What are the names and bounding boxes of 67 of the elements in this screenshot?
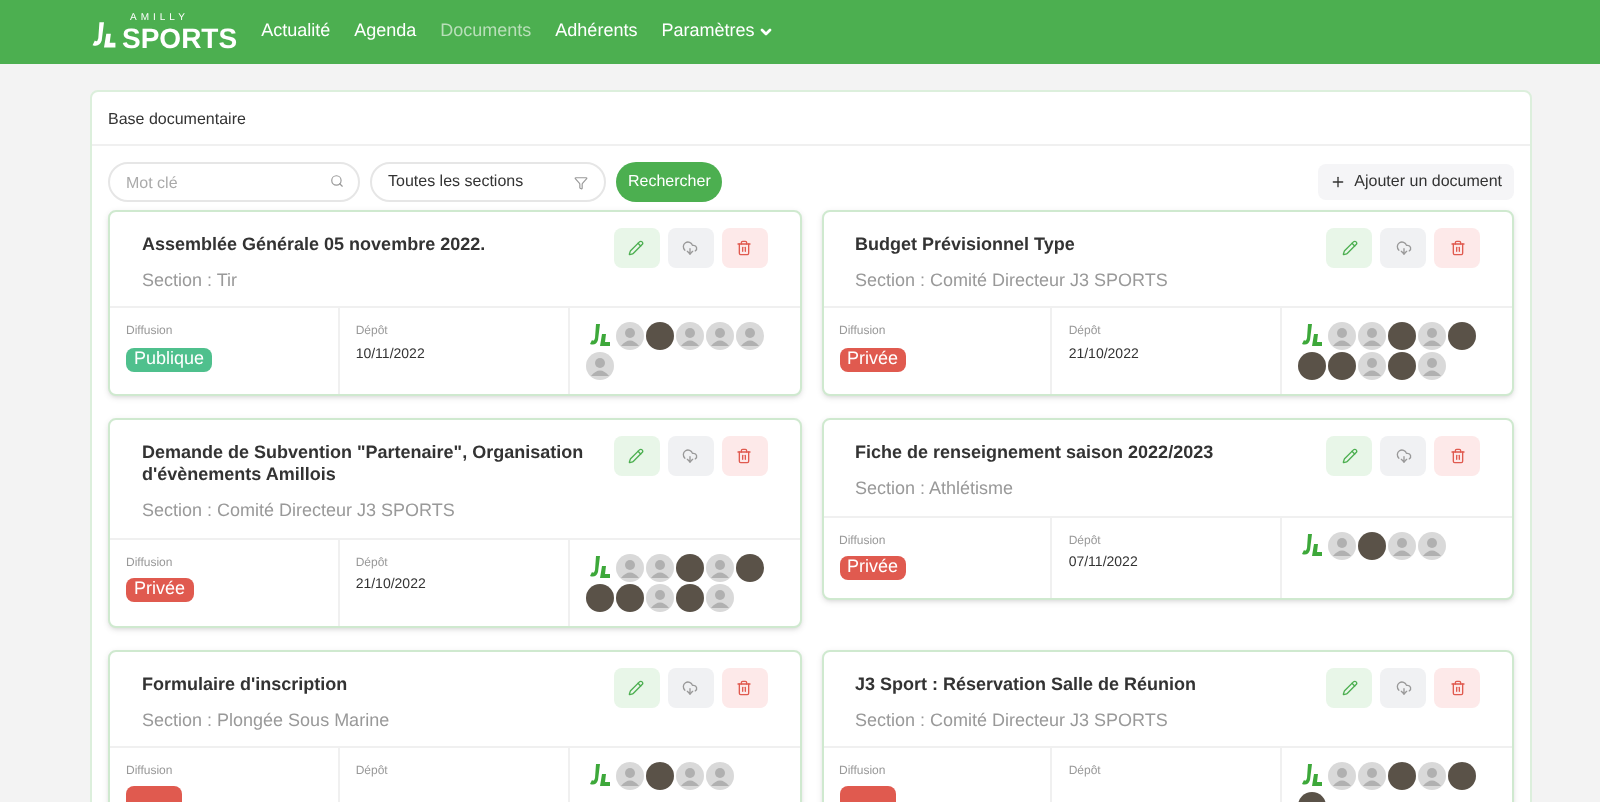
download-button[interactable] [1380, 228, 1426, 268]
delete-button[interactable] [1434, 228, 1480, 268]
document-title: Assemblée Générale 05 novembre 2022. [142, 232, 486, 256]
delete-icon [736, 240, 752, 256]
delete-button[interactable] [721, 667, 767, 707]
document-title: Demande de Subvention "Partenaire", Organisation d'évènements Amillois [142, 440, 586, 487]
document-title: Fiche de renseignement saison 2022/2023 [855, 440, 1214, 465]
panel-title: Base documentaire [108, 110, 246, 128]
document-section: Section : Comité Directeur J3 SPORTS [855, 709, 1197, 732]
document-title: Formulaire d'inscription [142, 671, 350, 695]
delete-button[interactable] [721, 228, 767, 268]
edit-icon [1341, 679, 1357, 695]
edit-icon [1341, 240, 1357, 256]
delete-icon [736, 679, 752, 695]
document-title: J3 Sport : Réservation Salle de Réunion [855, 671, 1197, 695]
search-icon [330, 174, 344, 188]
nav-link[interactable]: Paramètres [661, 20, 775, 44]
add-document-button[interactable]: Ajouter un document [1318, 164, 1514, 200]
section-select[interactable]: Toutes les sections [370, 162, 606, 202]
nav-link[interactable]: Actualité [261, 20, 331, 44]
document-section: Section : Comité Directeur J3 SPORTS [855, 270, 1168, 293]
download-icon [1395, 448, 1411, 465]
edit-button[interactable] [1326, 228, 1372, 268]
download-button[interactable] [667, 667, 713, 707]
document-section: Section : Plongée Sous Marine [142, 709, 390, 732]
document-section: Section : Comité Directeur J3 SPORTS [142, 500, 597, 523]
edit-icon [1341, 448, 1357, 465]
download-icon [682, 679, 698, 695]
plus-icon [1330, 174, 1347, 190]
keyword-search-field[interactable]: Mot clé [108, 162, 360, 202]
download-button[interactable] [1380, 436, 1426, 477]
visibility-badge: Privée [839, 347, 907, 372]
filter-icon [574, 175, 588, 189]
document-section: Section : Tir [142, 270, 486, 293]
delete-button[interactable] [1434, 436, 1480, 477]
visibility-badge: Privée [126, 578, 194, 602]
edit-icon [628, 679, 644, 695]
document-title: Budget Prévisionnel Type [855, 232, 1077, 256]
document-section: Section : Athlétisme [855, 478, 1214, 501]
edit-button[interactable] [613, 436, 659, 477]
visibility-badge: Privée [839, 556, 907, 580]
edit-button[interactable] [1326, 436, 1372, 477]
delete-icon [1449, 679, 1465, 695]
nav-link[interactable]: Documents [440, 20, 532, 44]
delete-button[interactable] [721, 436, 767, 477]
nav-link[interactable]: Agenda [354, 20, 417, 44]
logo-mark-icon [88, 19, 120, 51]
edit-button[interactable] [613, 667, 659, 707]
download-icon [1395, 679, 1411, 695]
edit-icon [628, 448, 644, 465]
download-icon [682, 448, 698, 465]
delete-icon [1449, 448, 1465, 465]
edit-icon [628, 240, 644, 256]
logo-text: SPORTS [122, 23, 238, 51]
download-icon [682, 240, 698, 256]
download-button[interactable] [667, 228, 713, 268]
nav-link[interactable]: Adhérents [555, 20, 638, 44]
edit-button[interactable] [613, 228, 659, 268]
visibility-badge: Publique [126, 347, 213, 372]
download-button[interactable] [1380, 667, 1426, 707]
delete-icon [1449, 240, 1465, 256]
delete-icon [736, 448, 752, 465]
delete-button[interactable] [1434, 667, 1480, 707]
edit-button[interactable] [1326, 667, 1372, 707]
download-icon [1395, 240, 1411, 256]
search-button[interactable]: Rechercher [616, 162, 723, 202]
download-button[interactable] [667, 436, 713, 477]
